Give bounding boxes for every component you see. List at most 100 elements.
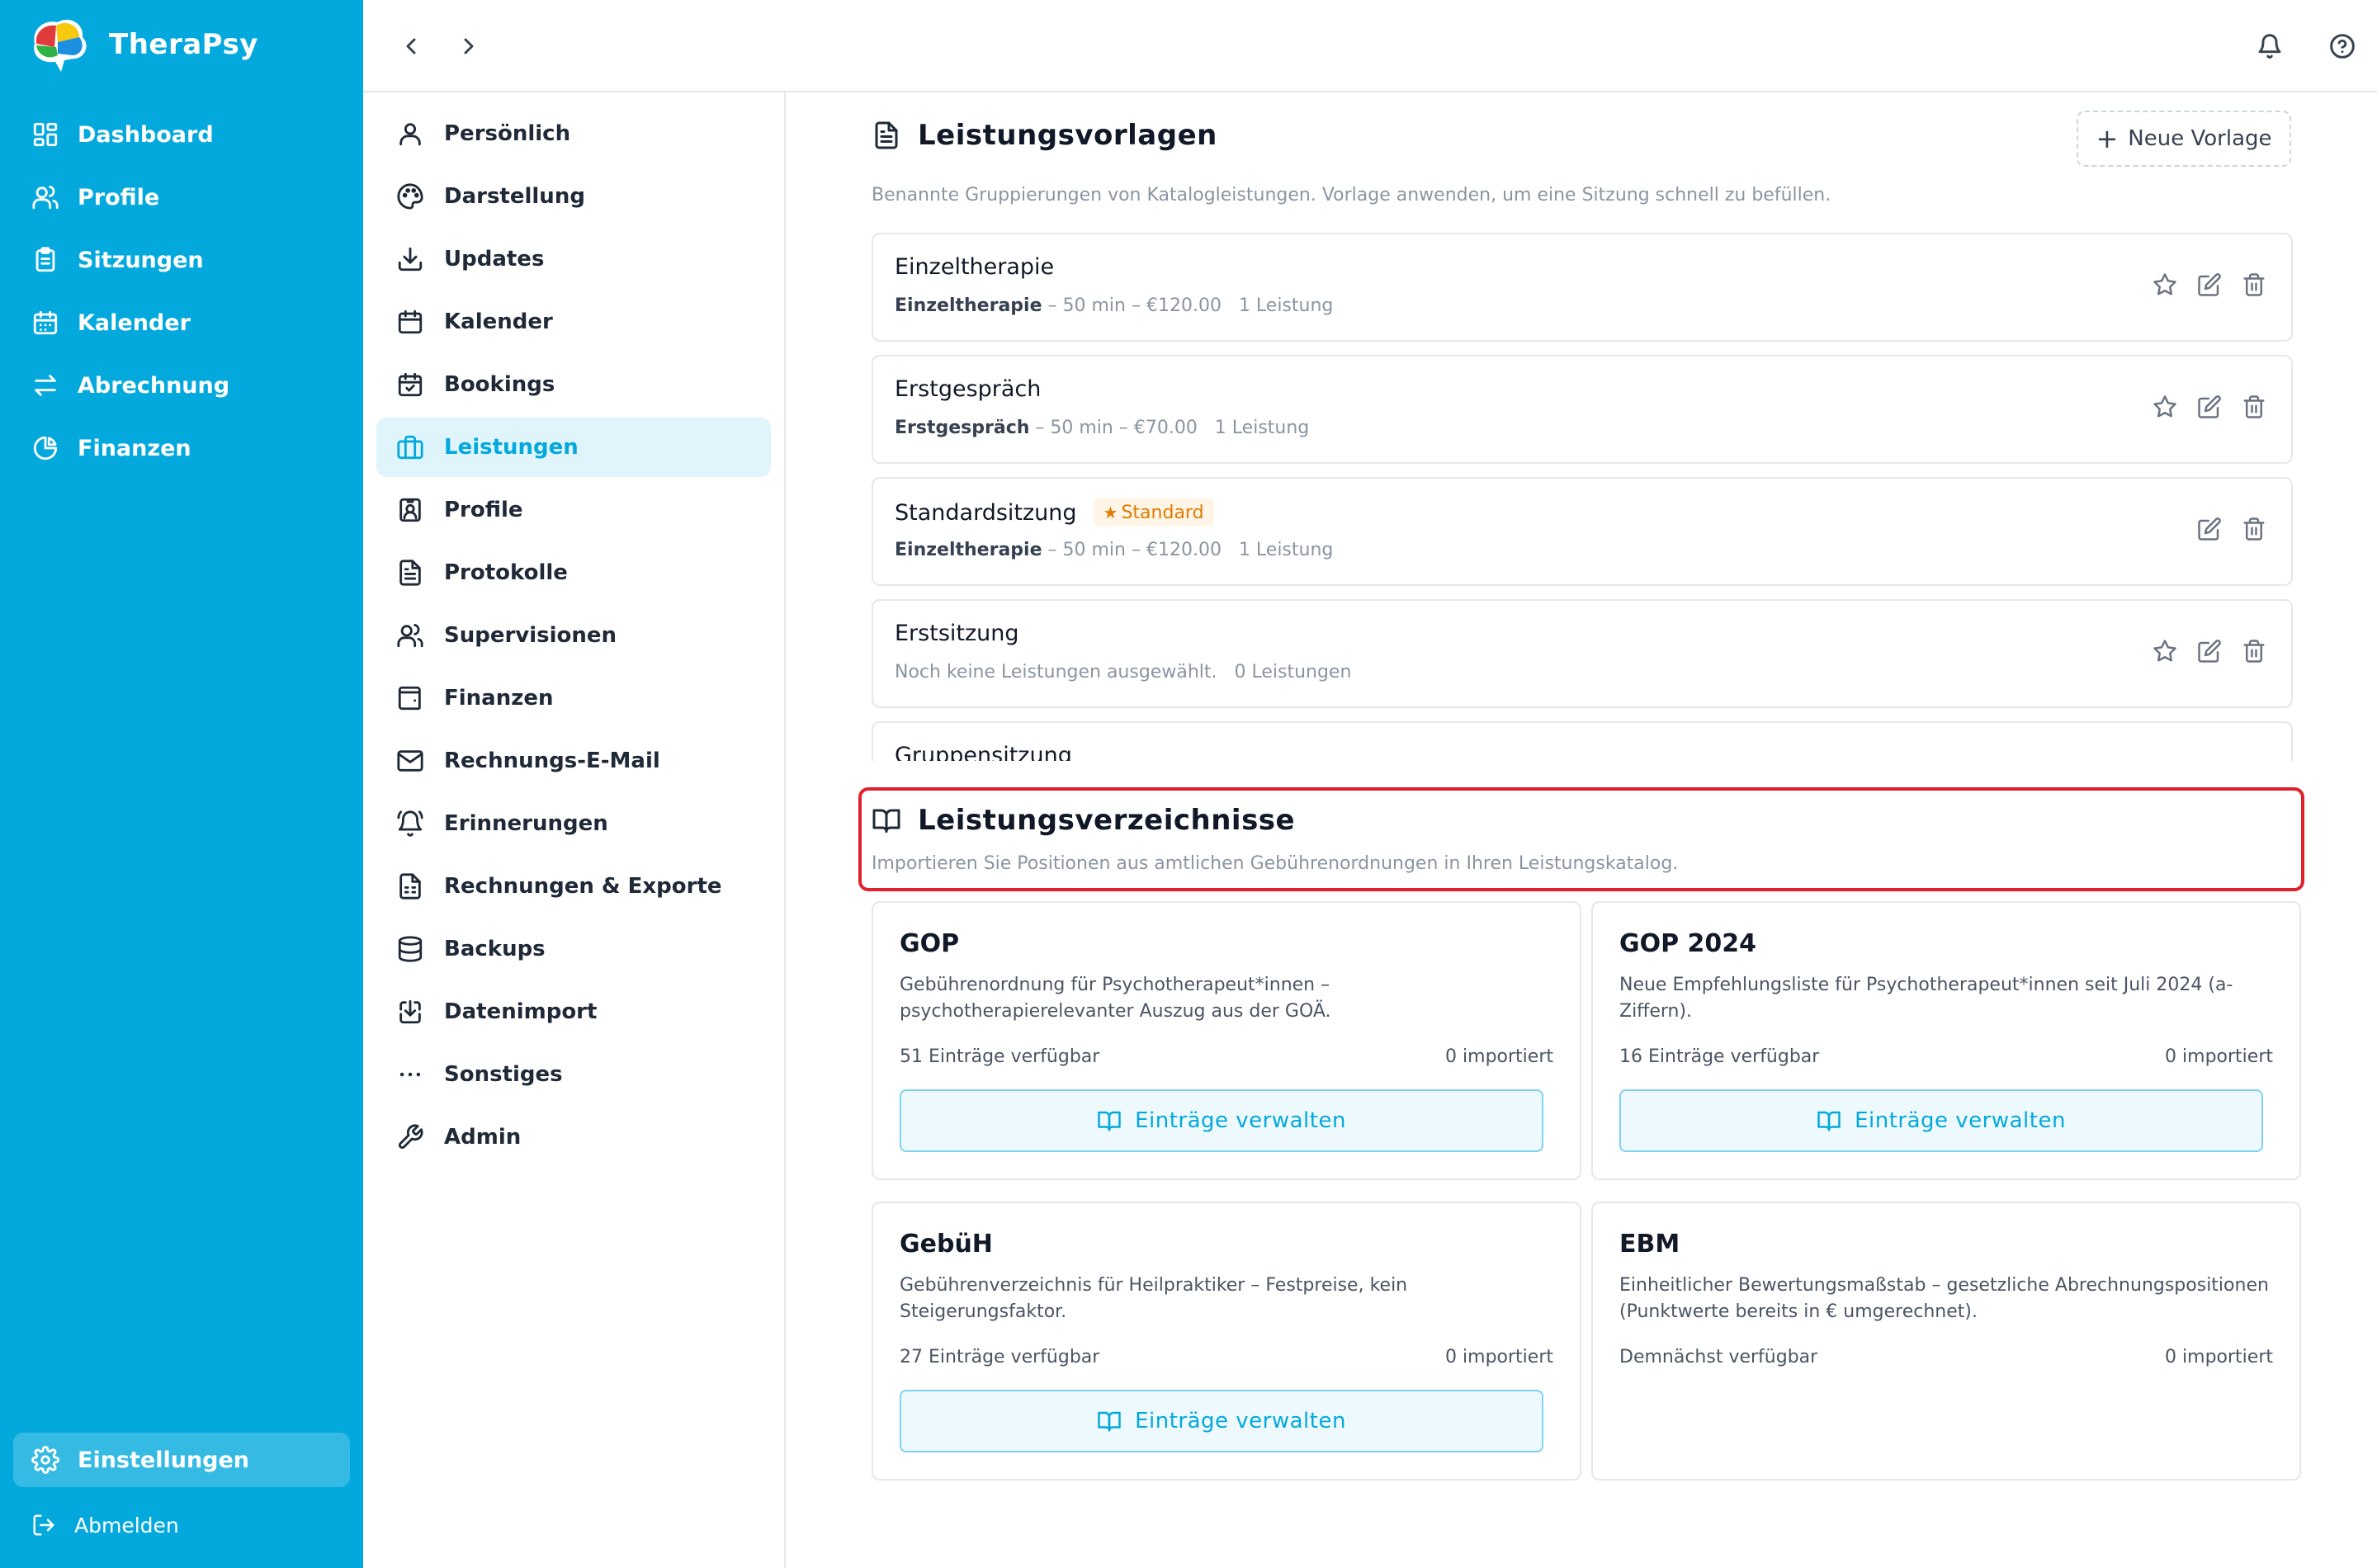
delete-button[interactable] — [2242, 639, 2266, 664]
nav-item-dashboard[interactable]: Dashboard — [13, 107, 350, 162]
template-card[interactable]: Standardsitzung ★ Standard Einzeltherapie… — [872, 477, 2293, 586]
brand[interactable]: TheraPsy — [25, 15, 258, 74]
manage-entries-label: Einträge verwalten — [1855, 1108, 2066, 1133]
edit-button[interactable] — [2197, 517, 2222, 541]
manage-entries-button[interactable]: Einträge verwalten — [900, 1390, 1543, 1452]
catalog-description: Einheitlicher Bewertungsmaßstab – gesetz… — [1619, 1275, 2269, 1322]
edit-button[interactable] — [2197, 394, 2222, 419]
subnav-item-leistungen[interactable]: Leistungen — [376, 418, 771, 477]
calendar-icon — [398, 309, 423, 334]
favorite-button[interactable] — [2153, 394, 2177, 419]
logout-label: Abmelden — [74, 1513, 179, 1537]
delete-button[interactable] — [2242, 272, 2266, 297]
id-badge-icon — [399, 498, 421, 522]
nav-item-kalender[interactable]: Kalender — [13, 295, 350, 350]
subnav-item-protokolle[interactable]: Protokolle — [376, 543, 771, 602]
template-card[interactable]: Erstgespräch Erstgespräch – 50 min – €70… — [872, 355, 2293, 464]
book-open-icon — [872, 809, 900, 833]
bell-ring-icon — [397, 810, 423, 837]
main-nav: Dashboard Profile Sitzungen Kalender Abr… — [13, 107, 350, 484]
template-details: – 50 min – €120.00 1 Leistung — [1042, 540, 1334, 560]
chevron-left-icon — [406, 38, 416, 54]
subnav-label: Rechnungs-E-Mail — [444, 749, 660, 773]
edit-icon — [2198, 517, 2221, 541]
star-icon — [2153, 640, 2176, 662]
nav-item-sitzungen[interactable]: Sitzungen — [13, 233, 350, 287]
template-meta: Einzeltherapie – 50 min – €120.00 1 Leis… — [895, 540, 1333, 560]
subnav-item-kalender[interactable]: Kalender — [376, 292, 771, 352]
back-button[interactable] — [393, 28, 429, 64]
forward-button[interactable] — [451, 28, 487, 64]
star-icon — [2153, 273, 2176, 295]
main-content: Leistungsvorlagen + Neue Vorlage Benannt… — [787, 92, 2377, 1568]
new-template-button[interactable]: + Neue Vorlage — [2077, 111, 2291, 167]
subnav-item-bookings[interactable]: Bookings — [376, 355, 771, 414]
template-name: Einzeltherapie — [895, 254, 1054, 280]
subnav-item-backups[interactable]: Backups — [376, 919, 771, 979]
subnav-item-supervisionen[interactable]: Supervisionen — [376, 606, 771, 665]
subnav-item-updates[interactable]: Updates — [376, 229, 771, 289]
templates-list[interactable]: Einzeltherapie Einzeltherapie – 50 min –… — [872, 233, 2293, 761]
manage-entries-button[interactable]: Einträge verwalten — [900, 1089, 1543, 1152]
favorite-button[interactable] — [2153, 272, 2177, 297]
trash-icon — [2243, 273, 2265, 296]
badge-label: Standard — [1121, 502, 1204, 523]
notifications-button[interactable] — [2252, 28, 2288, 64]
subnav-item-darstellung[interactable]: Darstellung — [376, 167, 771, 226]
template-service: Einzeltherapie — [895, 540, 1042, 560]
catalog-card-gop: GOP Gebührenordnung für Psychotherapeut*… — [872, 901, 1581, 1180]
nav-item-einstellungen[interactable]: Einstellungen — [13, 1433, 350, 1487]
delete-button[interactable] — [2242, 394, 2266, 419]
help-button[interactable] — [2324, 28, 2360, 64]
subnav-item-datenimport[interactable]: Datenimport — [376, 982, 771, 1041]
book-open-icon — [1817, 1111, 1841, 1131]
catalog-title: GebüH — [900, 1230, 993, 1259]
subnav-item-admin[interactable]: Admin — [376, 1108, 771, 1167]
sidebar-bottom: Einstellungen Abmelden — [13, 1433, 350, 1555]
nav-item-profile[interactable]: Profile — [13, 170, 350, 224]
subnav-item-rechnungen-exporte[interactable]: Rechnungen & Exporte — [376, 857, 771, 916]
template-card[interactable]: Gruppensitzung — [872, 721, 2293, 761]
subnav-label: Supervisionen — [444, 623, 617, 648]
template-card[interactable]: Einzeltherapie Einzeltherapie – 50 min –… — [872, 233, 2293, 342]
template-name-text: Standardsitzung — [895, 499, 1077, 526]
catalog-card-ebm: EBM Einheitlicher Bewertungsmaßstab – ge… — [1591, 1202, 2301, 1481]
catalog-title: EBM — [1619, 1230, 1680, 1259]
subnav-label: Erinnerungen — [444, 811, 608, 836]
edit-button[interactable] — [2197, 272, 2222, 297]
catalog-description: Neue Empfehlungsliste für Psychotherapeu… — [1619, 975, 2233, 1022]
templates-title: Leistungsvorlagen — [918, 119, 1217, 152]
chevron-right-icon — [464, 38, 474, 54]
main-sidebar: TheraPsy Dashboard Profile Sitzungen Kal… — [0, 0, 363, 1568]
edit-icon — [2198, 640, 2221, 663]
trash-icon — [2243, 395, 2265, 418]
subnav-label: Darstellung — [444, 184, 585, 209]
manage-entries-button[interactable]: Einträge verwalten — [1619, 1089, 2263, 1152]
template-card[interactable]: Erstsitzung Noch keine Leistungen ausgew… — [872, 599, 2293, 708]
database-icon — [398, 936, 423, 962]
nav-label: Einstellungen — [78, 1447, 250, 1473]
catalogs-header: Leistungsverzeichnisse — [872, 804, 1295, 837]
subnav-item-erinnerungen[interactable]: Erinnerungen — [376, 794, 771, 853]
subnav-item-sonstiges[interactable]: Sonstiges — [376, 1045, 771, 1104]
logout-button[interactable]: Abmelden — [13, 1495, 350, 1555]
bell-icon — [2258, 34, 2281, 59]
subnav-label: Leistungen — [444, 435, 579, 460]
template-name-text: Einzeltherapie — [895, 254, 1055, 280]
subnav-item-finanzen[interactable]: Finanzen — [376, 668, 771, 728]
palette-icon — [397, 183, 423, 210]
nav-item-finanzen[interactable]: Finanzen — [13, 421, 350, 475]
edit-button[interactable] — [2197, 639, 2222, 664]
clipboard-icon — [35, 247, 55, 272]
subnav-item-profile[interactable]: Profile — [376, 480, 771, 540]
delete-button[interactable] — [2242, 517, 2266, 541]
nav-item-abrechnung[interactable]: Abrechnung — [13, 358, 350, 413]
favorite-button[interactable] — [2153, 639, 2177, 664]
subnav-label: Protokolle — [444, 560, 568, 585]
catalog-description: Gebührenordnung für Psychotherapeut*inne… — [900, 975, 1331, 1022]
nav-label: Finanzen — [78, 435, 191, 461]
subnav-item-rechnungs-email[interactable]: Rechnungs-E-Mail — [376, 731, 771, 791]
catalogs-title: Leistungsverzeichnisse — [918, 804, 1296, 837]
subnav-item-persoenlich[interactable]: Persönlich — [376, 104, 771, 163]
template-name-text: Erstsitzung — [895, 621, 1019, 646]
